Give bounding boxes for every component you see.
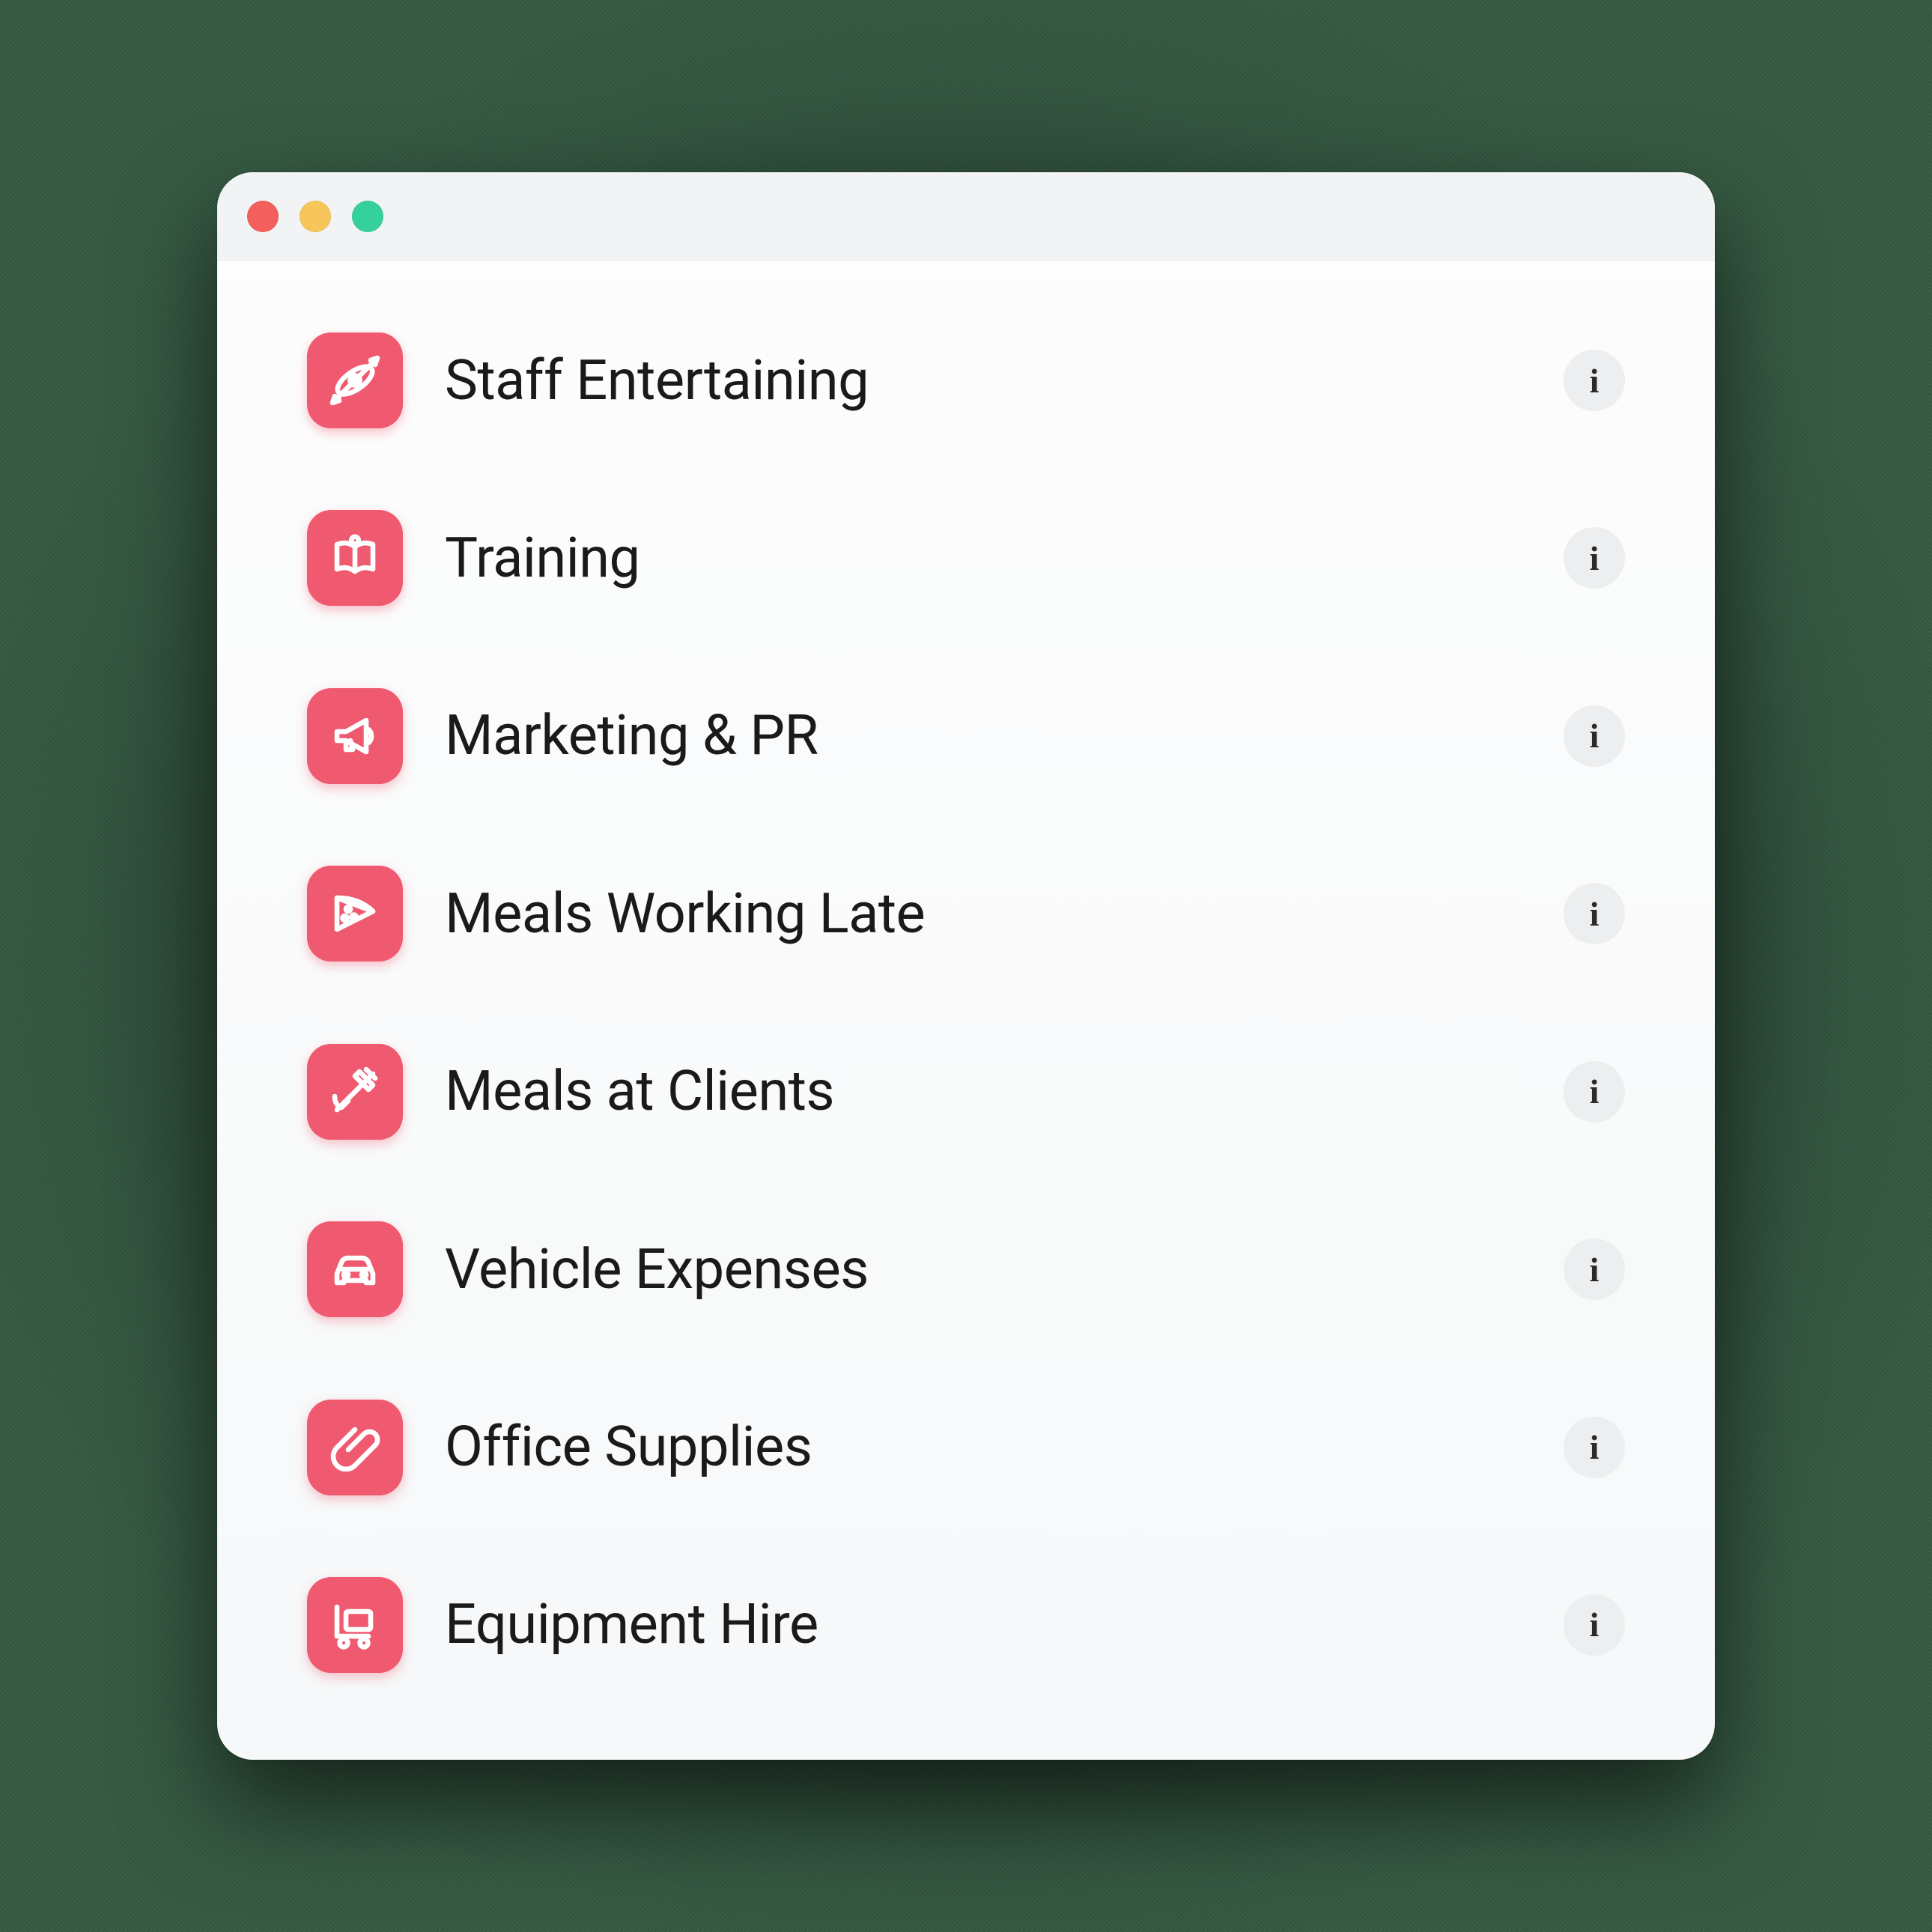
category-label: Office Supplies (445, 1415, 1522, 1480)
info-button[interactable]: i (1564, 883, 1625, 944)
car-icon (307, 1221, 403, 1317)
category-row-training[interactable]: Training i (307, 490, 1625, 625)
category-label: Meals Working Late (445, 881, 1522, 947)
category-label: Staff Entertaining (445, 348, 1522, 413)
window-close-dot[interactable] (247, 201, 279, 232)
category-row-vehicle-expenses[interactable]: Vehicle Expenses i (307, 1202, 1625, 1337)
info-button[interactable]: i (1564, 1594, 1625, 1656)
kayak-icon (307, 332, 403, 428)
window-minimize-dot[interactable] (300, 201, 331, 232)
category-row-staff-entertaining[interactable]: Staff Entertaining i (307, 313, 1625, 448)
category-label: Training (445, 526, 1522, 591)
category-label: Equipment Hire (445, 1592, 1522, 1657)
utensils-icon (307, 1044, 403, 1140)
info-button[interactable]: i (1564, 705, 1625, 767)
megaphone-icon (307, 688, 403, 784)
category-label: Marketing & PR (445, 703, 1522, 768)
category-row-meals-at-clients[interactable]: Meals at Clients i (307, 1024, 1625, 1159)
category-row-marketing-pr[interactable]: Marketing & PR i (307, 669, 1625, 804)
title-bar (217, 172, 1715, 261)
category-row-office-supplies[interactable]: Office Supplies i (307, 1380, 1625, 1515)
info-button[interactable]: i (1564, 527, 1625, 589)
book-open-icon (307, 510, 403, 606)
category-label: Meals at Clients (445, 1059, 1522, 1124)
category-row-meals-working-late[interactable]: Meals Working Late i (307, 846, 1625, 981)
info-button[interactable]: i (1564, 1239, 1625, 1300)
category-list: Staff Entertaining i Training i Marketin… (217, 261, 1715, 1760)
category-label: Vehicle Expenses (445, 1237, 1522, 1302)
info-button[interactable]: i (1564, 1417, 1625, 1478)
pizza-icon (307, 866, 403, 962)
info-button[interactable]: i (1564, 1061, 1625, 1123)
window-zoom-dot[interactable] (352, 201, 383, 232)
paperclip-icon (307, 1400, 403, 1495)
app-window: Staff Entertaining i Training i Marketin… (217, 172, 1715, 1760)
info-button[interactable]: i (1564, 350, 1625, 411)
cart-icon (307, 1577, 403, 1673)
category-row-equipment-hire[interactable]: Equipment Hire i (307, 1558, 1625, 1692)
